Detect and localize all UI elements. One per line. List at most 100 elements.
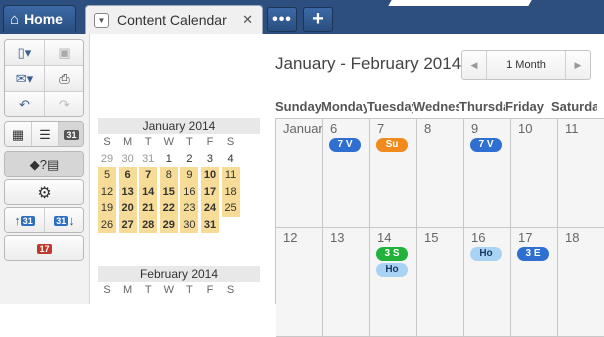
new-page-icon[interactable]: ▯▾: [5, 40, 45, 66]
previous-arrow-icon[interactable]: ◀: [462, 51, 486, 79]
weekday-label: T: [144, 136, 152, 148]
day-number: January: [283, 121, 323, 136]
gear-icon[interactable]: ⚙: [5, 180, 83, 204]
day-cell[interactable]: 18: [558, 228, 604, 337]
next-arrow-icon[interactable]: ▶: [566, 51, 590, 79]
date-picker-group: 17: [4, 235, 84, 261]
day-cell[interactable]: 21: [139, 200, 158, 217]
day-cell[interactable]: 4: [222, 151, 240, 168]
day-number: 15: [424, 230, 439, 245]
day-cell[interactable]: 24: [200, 200, 219, 217]
day-cell[interactable]: 2: [180, 151, 198, 168]
event-chip[interactable]: Ho: [470, 247, 502, 261]
mini-calendar-body: SMTWTFS: [98, 282, 260, 299]
day-cell[interactable]: 8: [417, 119, 464, 228]
day-number: 18: [565, 230, 580, 245]
weekday-label: T: [186, 136, 193, 148]
day-cell[interactable]: 7 Su: [370, 119, 417, 228]
export-ical-icon[interactable]: 31 ↓: [45, 208, 83, 232]
day-cell[interactable]: 9: [180, 167, 199, 184]
week-row: 5 6 7 8 9 10 11: [98, 167, 260, 184]
day-cell[interactable]: 26: [98, 216, 116, 233]
day-cell[interactable]: 23: [180, 200, 199, 217]
day-cell[interactable]: 13: [323, 228, 370, 337]
day-cell[interactable]: 20: [118, 200, 137, 217]
day-cell[interactable]: 6: [118, 167, 137, 184]
day-cell[interactable]: 18: [221, 183, 240, 200]
mail-icon[interactable]: ✉▾: [5, 66, 45, 92]
event-chip[interactable]: 7 V: [470, 138, 502, 152]
day-cell[interactable]: 15: [417, 228, 464, 337]
day-cell[interactable]: 67 V: [323, 119, 370, 228]
print-icon[interactable]: ⎙: [45, 66, 83, 92]
day-cell[interactable]: 25: [221, 200, 240, 217]
workflow-icon[interactable]: ◆?▤: [5, 152, 83, 176]
event-chip[interactable]: 3 S: [376, 247, 408, 261]
grid-view-icon[interactable]: ▦: [5, 122, 32, 146]
day-cell[interactable]: 27: [118, 216, 137, 233]
day-cell[interactable]: January: [276, 119, 323, 228]
import-ical-icon[interactable]: ↑ 31: [5, 208, 45, 232]
weekday-label: T: [144, 284, 152, 296]
event-chip[interactable]: Ho: [376, 263, 408, 277]
day-cell[interactable]: 31: [139, 151, 157, 168]
weekday-label: S: [103, 284, 111, 296]
weekday-header: Friday: [505, 99, 545, 114]
home-tab[interactable]: ⌂ Home: [3, 5, 76, 32]
day-cell[interactable]: 19: [98, 200, 116, 217]
left-toolbar: ▯▾ ▣ ✉▾ ⎙ ↶ ↷ ▦ ☰ 31 ◆?▤ ⚙ ↑ 31 31 ↓ 17: [0, 34, 90, 304]
day-cell[interactable]: 14 3 S Ho: [370, 228, 417, 337]
day-cell[interactable]: 10: [200, 167, 219, 184]
day-cell[interactable]: 22: [159, 200, 178, 217]
event-chip[interactable]: Su: [376, 138, 408, 152]
day-number: 10: [518, 121, 533, 136]
view-range-select[interactable]: 1 Month: [486, 51, 566, 79]
tab-menu-chevron-icon[interactable]: ▼: [94, 12, 109, 28]
day-cell[interactable]: 5: [98, 167, 116, 184]
weekday-row: SMTWTFS: [98, 134, 260, 151]
day-cell[interactable]: 11: [558, 119, 604, 228]
day-number: 12: [283, 230, 298, 245]
day-cell[interactable]: 97 V: [464, 119, 511, 228]
day-cell[interactable]: 15: [159, 183, 178, 200]
day-cell[interactable]: 11: [221, 167, 240, 184]
day-cell[interactable]: 30: [180, 216, 199, 233]
day-cell[interactable]: 7: [139, 167, 158, 184]
day-cell[interactable]: 29: [159, 216, 178, 233]
tab-content-calendar[interactable]: ▼ Content Calendar ✕: [85, 5, 263, 34]
day-cell[interactable]: 30: [119, 151, 137, 168]
day-cell[interactable]: 17: [200, 183, 219, 200]
undo-icon[interactable]: ↶: [5, 92, 45, 116]
day-cell[interactable]: 29: [98, 151, 116, 168]
weekday-label: W: [163, 284, 174, 296]
save-icon[interactable]: ▣: [45, 40, 83, 66]
day-cell[interactable]: 12: [98, 183, 116, 200]
weekday-header: Monday: [321, 99, 367, 114]
day-cell[interactable]: 14: [139, 183, 158, 200]
tab-label: Content Calendar: [117, 12, 227, 28]
date-picker-icon[interactable]: 17: [5, 236, 83, 260]
calendar-view-icon[interactable]: 31: [59, 122, 83, 146]
weekday-label: F: [206, 136, 214, 148]
add-tab-button[interactable]: +: [303, 7, 333, 32]
close-tab-icon[interactable]: ✕: [242, 12, 253, 28]
week-row: 26 27 28 29 30 31: [98, 216, 260, 233]
day-cell[interactable]: 12: [276, 228, 323, 337]
day-cell[interactable]: 16: [180, 183, 199, 200]
day-cell[interactable]: 31: [200, 216, 219, 233]
day-cell[interactable]: 17 3 E: [511, 228, 558, 337]
day-cell[interactable]: 10: [511, 119, 558, 228]
timeline-view-icon[interactable]: ☰: [32, 122, 59, 146]
event-chip[interactable]: 3 E: [517, 247, 549, 261]
redo-icon[interactable]: ↷: [45, 92, 83, 116]
event-chip[interactable]: 7 V: [329, 138, 361, 152]
day-cell[interactable]: 28: [139, 216, 158, 233]
mini-calendar-body: S M T W T F S 29 30 31 1 2 3 4 5 6 7 8 9 10 11 12 13 14 15 16 17 18…: [98, 134, 260, 233]
day-cell[interactable]: 3: [201, 151, 219, 168]
day-cell[interactable]: 8: [159, 167, 178, 184]
day-cell[interactable]: 1: [160, 151, 178, 168]
more-tabs-button[interactable]: •••: [267, 7, 297, 32]
day-cell[interactable]: 16 Ho: [464, 228, 511, 337]
decorative-stripe: [388, 0, 532, 6]
day-cell[interactable]: 13: [118, 183, 137, 200]
